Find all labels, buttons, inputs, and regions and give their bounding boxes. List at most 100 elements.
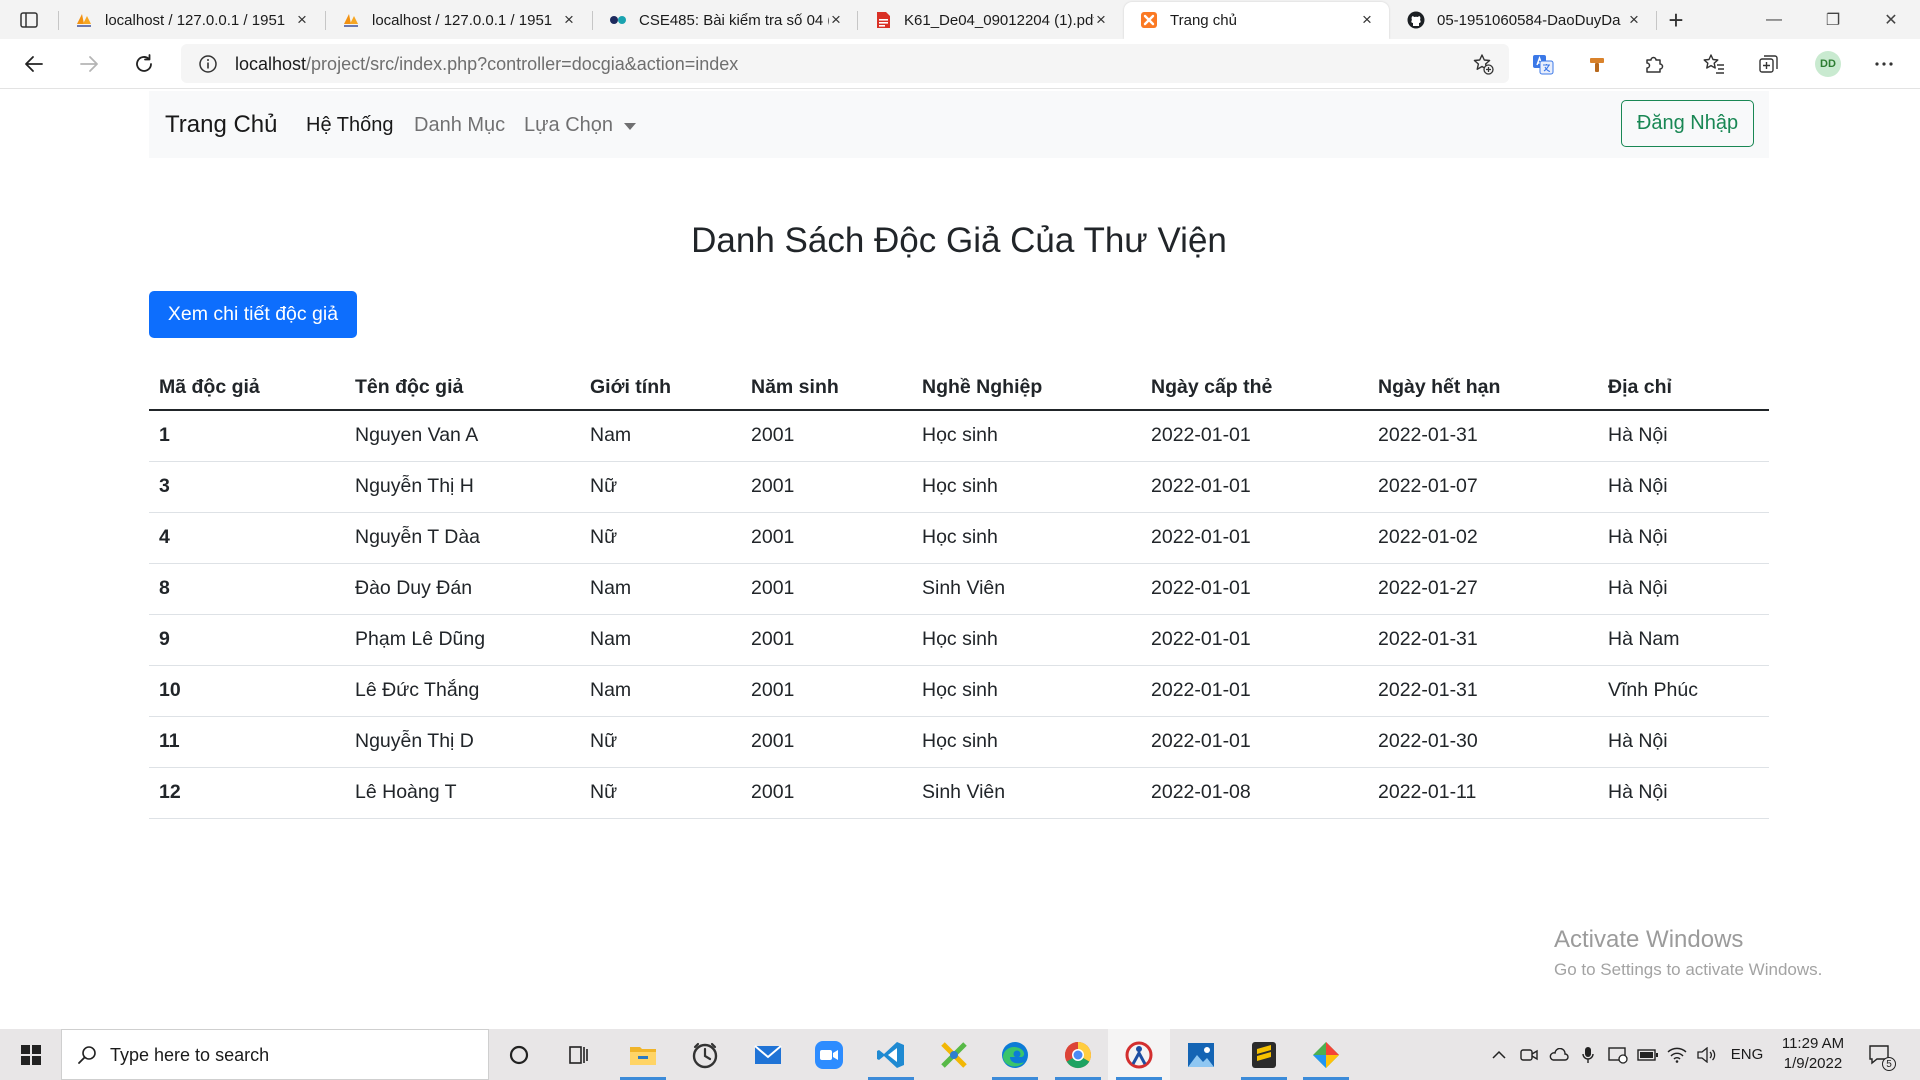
table-cell: 9	[149, 614, 345, 666]
table-cell: 4	[149, 512, 345, 564]
column-header: Giới tính	[580, 366, 741, 411]
extensions-icon[interactable]	[1639, 49, 1669, 79]
table-cell: 2022-01-01	[1141, 614, 1368, 666]
favorites-icon[interactable]	[1699, 49, 1729, 79]
file-explorer-icon[interactable]	[612, 1029, 674, 1080]
table-body: 1 Nguyen Van A Nam 2001 Học sinh 2022-01-01 20…	[149, 410, 1769, 819]
table-row: 8 Đào Duy Đán Nam 2001 Sinh Viên 2022-01-01 20…	[149, 563, 1769, 615]
browser-tab-active[interactable]: Trang chủ ×	[1124, 2, 1389, 39]
restore-button[interactable]: ❐	[1804, 0, 1862, 39]
address-bar[interactable]: localhost/project/src/index.php?controll…	[181, 44, 1509, 83]
table-row: 4 Nguyễn T Dàa Nữ 2001 Học sinh 2022-01-01 202…	[149, 512, 1769, 564]
table-row: 1 Nguyen Van A Nam 2001 Học sinh 2022-01-01 20…	[149, 410, 1769, 462]
alarms-clock-icon[interactable]	[674, 1029, 736, 1080]
meet-now-icon[interactable]	[1517, 1029, 1541, 1080]
table-cell: Hà Nam	[1598, 614, 1769, 666]
update-status-icon[interactable]	[1606, 1029, 1630, 1080]
profile-avatar[interactable]: DD	[1815, 51, 1841, 77]
more-icon[interactable]	[1869, 49, 1899, 79]
table-cell: Hà Nội	[1598, 563, 1769, 615]
onedrive-icon[interactable]	[1547, 1029, 1571, 1080]
view-reader-detail-button[interactable]: Xem chi tiết độc giả	[149, 291, 357, 338]
collections-icon[interactable]	[1754, 49, 1784, 79]
diamond-app-icon[interactable]	[1295, 1029, 1357, 1080]
table-cell: 2022-01-31	[1368, 614, 1598, 666]
notification-center-icon[interactable]: 5	[1860, 1029, 1900, 1080]
battery-icon[interactable]	[1636, 1029, 1660, 1080]
cross-arrows-app-icon[interactable]	[923, 1029, 985, 1080]
phpmyadmin-icon	[342, 11, 360, 29]
table-cell: Đào Duy Đán	[345, 563, 580, 615]
tab-close-icon[interactable]: ×	[1357, 10, 1377, 30]
table-cell: 2022-01-27	[1368, 563, 1598, 615]
edge-icon[interactable]	[984, 1029, 1046, 1080]
table-cell: 2022-01-30	[1368, 716, 1598, 768]
language-label: ENG	[1730, 1046, 1764, 1063]
microphone-icon[interactable]	[1576, 1029, 1600, 1080]
table-cell: 2001	[741, 563, 912, 615]
forward-icon[interactable]	[74, 49, 104, 79]
login-button[interactable]: Đăng Nhập	[1621, 100, 1754, 147]
extension-key-icon[interactable]	[1583, 49, 1613, 79]
navbar-brand[interactable]: Trang Chủ	[165, 111, 278, 139]
windows-taskbar: Type here to search ENG 11:29 AM 1/9/202…	[0, 1029, 1920, 1080]
chrome-icon[interactable]	[1047, 1029, 1109, 1080]
vscode-icon[interactable]	[860, 1029, 922, 1080]
windows-start-icon[interactable]	[0, 1029, 61, 1080]
wifi-icon[interactable]	[1665, 1029, 1689, 1080]
tab-title: Trang chủ	[1170, 12, 1237, 29]
tab-title: K61_De04_09012204 (1).pdf	[904, 12, 1094, 29]
tab-close-icon[interactable]: ×	[1624, 10, 1644, 30]
table-cell: 2022-01-01	[1141, 461, 1368, 513]
table-cell: Học sinh	[912, 716, 1141, 768]
table-cell: Nam	[580, 563, 741, 615]
volume-icon[interactable]	[1695, 1029, 1719, 1080]
zoom-icon[interactable]	[798, 1029, 860, 1080]
tab-actions-icon[interactable]	[14, 9, 44, 31]
url-text[interactable]: localhost/project/src/index.php?controll…	[235, 53, 738, 75]
task-view-icon[interactable]	[548, 1029, 610, 1080]
table-cell: Hà Nội	[1598, 410, 1769, 462]
tab-close-icon[interactable]: ×	[826, 10, 846, 30]
translate-icon[interactable]	[1528, 49, 1558, 79]
sublime-text-icon[interactable]	[1233, 1029, 1295, 1080]
table-cell: Học sinh	[912, 461, 1141, 513]
refresh-icon[interactable]	[129, 49, 159, 79]
new-tab-button[interactable]: +	[1660, 4, 1692, 36]
taskbar-clock[interactable]: 11:29 AM 1/9/2022	[1777, 1034, 1849, 1074]
dots-logo-icon	[609, 11, 627, 29]
activation-watermark-subtitle: Go to Settings to activate Windows.	[1554, 960, 1823, 979]
chevron-down-icon[interactable]	[624, 123, 636, 130]
nav-link-danh-muc[interactable]: Danh Mục	[414, 113, 505, 137]
table-cell: 2022-01-02	[1368, 512, 1598, 564]
table-cell: Nam	[580, 665, 741, 717]
site-info-icon[interactable]	[197, 53, 219, 75]
github-icon	[1407, 11, 1425, 29]
tab-close-icon[interactable]: ×	[559, 10, 579, 30]
taskbar-search-box[interactable]: Type here to search	[61, 1029, 489, 1080]
nav-dropdown-lua-chon[interactable]: Lựa Chọn	[524, 113, 613, 137]
back-icon[interactable]	[19, 49, 49, 79]
table-cell: 2022-01-11	[1368, 767, 1598, 819]
browser-tab[interactable]: localhost / 127.0.0.1 / 1951 ×	[59, 2, 324, 39]
tab-close-icon[interactable]: ×	[1091, 10, 1111, 30]
mail-icon[interactable]	[737, 1029, 799, 1080]
photos-icon[interactable]	[1170, 1029, 1232, 1080]
table-cell: Nữ	[580, 512, 741, 564]
table-header-row: Mã độc giả Tên độc giả Giới tính Năm sinh Ng…	[149, 366, 1769, 411]
browser-tab[interactable]: K61_De04_09012204 (1).pdf ×	[858, 2, 1123, 39]
add-favorite-icon[interactable]	[1471, 52, 1495, 76]
browser-tab[interactable]: 05-1951060584-DaoDuyDa ×	[1391, 2, 1656, 39]
close-window-button[interactable]: ✕	[1862, 0, 1920, 39]
show-hidden-icons-chevron-icon[interactable]	[1487, 1029, 1511, 1080]
minimize-button[interactable]: —	[1745, 0, 1803, 39]
cortana-icon[interactable]	[488, 1029, 550, 1080]
input-language-indicator[interactable]: ENG	[1727, 1029, 1767, 1080]
table-cell: Học sinh	[912, 665, 1141, 717]
browser-tab[interactable]: CSE485: Bài kiểm tra số 04 ( ×	[593, 2, 858, 39]
tab-close-icon[interactable]: ×	[292, 10, 312, 30]
browser-tab[interactable]: localhost / 127.0.0.1 / 1951 ×	[326, 2, 591, 39]
pdf-icon	[874, 11, 892, 29]
red-app-icon[interactable]	[1108, 1029, 1170, 1080]
nav-link-he-thong[interactable]: Hệ Thống	[306, 113, 393, 137]
